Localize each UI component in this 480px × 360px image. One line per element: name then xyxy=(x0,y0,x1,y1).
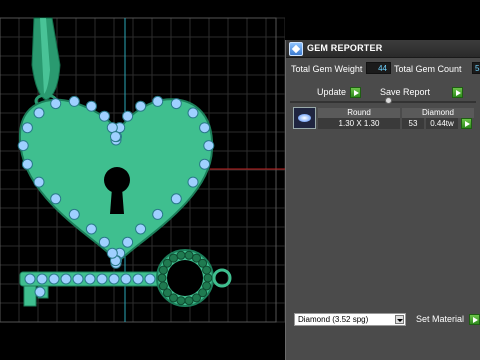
gem-stone xyxy=(135,223,147,235)
gem-stone xyxy=(108,273,120,285)
go-arrow-icon[interactable] xyxy=(350,87,361,98)
splitter-track xyxy=(290,101,476,103)
gem-stone xyxy=(120,273,132,285)
table-header-diamond: Diamond xyxy=(402,108,474,118)
total-gem-weight-value: 44 xyxy=(366,62,391,74)
key-bit-1 xyxy=(23,285,37,307)
bow-bead xyxy=(176,250,186,260)
total-gem-count-label: Total Gem Count xyxy=(394,64,462,74)
gem-stone xyxy=(187,107,199,119)
gem-stone xyxy=(84,273,96,285)
gem-stone xyxy=(203,140,215,152)
gem-stone xyxy=(21,122,33,134)
gem-stone xyxy=(85,100,97,112)
gem-stone xyxy=(33,176,45,188)
table-cell-weight: 0.44tw xyxy=(426,118,458,129)
material-dropdown-value: Diamond (3.52 spg) xyxy=(298,315,369,324)
gem-stone xyxy=(68,95,80,107)
gem-stone xyxy=(135,100,147,112)
table-cell-size: 1.30 X 1.30 xyxy=(318,118,400,129)
gem-stone xyxy=(85,223,97,235)
table-cell-count: 53 xyxy=(402,118,424,129)
panel-title: GEM REPORTER xyxy=(307,43,383,53)
table-header-round: Round xyxy=(318,108,400,118)
viewport-3d[interactable] xyxy=(0,0,285,360)
gem-stone xyxy=(50,98,62,110)
gem-stone xyxy=(17,140,29,152)
bow-bead xyxy=(158,281,168,291)
gem-stone xyxy=(50,193,62,205)
gem-stone xyxy=(199,122,211,134)
bow-bead xyxy=(203,273,213,283)
material-dropdown[interactable]: Diamond (3.52 spg) xyxy=(294,313,406,326)
bow-bead xyxy=(169,253,178,263)
gem-stone xyxy=(36,273,48,285)
gem-stone xyxy=(170,193,182,205)
gem-stone xyxy=(60,273,72,285)
total-gem-count-value: 53 xyxy=(472,62,480,74)
gem-stone xyxy=(187,176,199,188)
bow-bead xyxy=(184,250,194,260)
gem-stone xyxy=(122,236,134,248)
gem-stone xyxy=(98,236,110,248)
design-canvas[interactable] xyxy=(0,0,285,360)
gem-stone xyxy=(132,273,144,285)
gem-stone xyxy=(106,122,118,134)
splitter-handle[interactable] xyxy=(385,97,392,104)
dropdown-arrow-icon[interactable] xyxy=(395,315,404,324)
bow-bead xyxy=(184,296,194,306)
total-gem-weight-label: Total Gem Weight xyxy=(291,64,363,74)
gem-stone xyxy=(170,98,182,110)
gem-thumbnail-icon[interactable] xyxy=(293,107,316,129)
update-button[interactable]: Update xyxy=(317,86,346,99)
set-material-button[interactable]: Set Material xyxy=(416,313,464,326)
gem-stone xyxy=(98,110,110,122)
gem-reporter-panel: GEM REPORTER Total Gem Weight 44 Total G… xyxy=(285,40,480,360)
gem-stone xyxy=(24,273,36,285)
gem-stone xyxy=(152,95,164,107)
go-arrow-icon[interactable] xyxy=(461,118,472,129)
gem-stone xyxy=(110,131,121,143)
bow-bead xyxy=(176,296,186,306)
panel-header: GEM REPORTER xyxy=(286,40,480,58)
gem-stone xyxy=(152,208,164,220)
bow-bead xyxy=(192,293,201,303)
keyhole-slot xyxy=(110,188,124,214)
gem-stone xyxy=(106,247,118,259)
gem-stone xyxy=(96,273,108,285)
gem-stone xyxy=(199,158,211,170)
go-arrow-icon[interactable] xyxy=(452,87,463,98)
bow-bead xyxy=(157,273,167,283)
go-arrow-icon[interactable] xyxy=(469,314,480,325)
gem-reporter-icon xyxy=(289,42,303,56)
gem-stone xyxy=(144,273,156,285)
gem-stone xyxy=(122,110,134,122)
gem-stone xyxy=(33,107,45,119)
key-bow-hole xyxy=(167,260,203,296)
gem-stone xyxy=(34,286,46,298)
gem-stone xyxy=(68,208,80,220)
bow-bead xyxy=(202,265,212,275)
gem-stone xyxy=(48,273,60,285)
gem-stone xyxy=(72,273,84,285)
gem-stone xyxy=(21,158,33,170)
